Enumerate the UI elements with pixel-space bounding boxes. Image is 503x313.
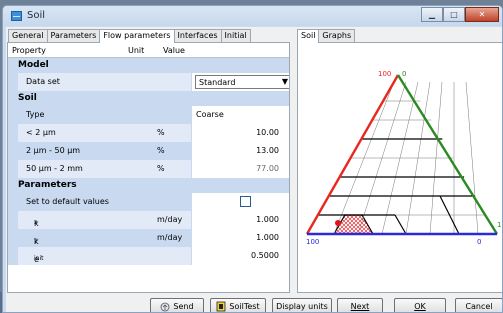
data-set-select[interactable]: Standard ▼ <box>195 75 289 89</box>
set-default-checkbox[interactable] <box>240 196 251 207</box>
dialog-client: General Parameters Flow parameters Inter… <box>6 27 502 312</box>
soil-texture-triangle[interactable]: 100 0 100 100 0 <box>298 43 503 293</box>
row-ky: ky m/day 1.000 <box>8 229 289 247</box>
row-einit: e init 0.5000 <box>8 247 289 265</box>
next-button[interactable]: Next <box>337 298 383 312</box>
chevron-down-icon: ▼ <box>281 77 288 86</box>
row-sand: 50 µm - 2 mm % 77.00 <box>8 160 289 178</box>
row-set-default: Set to default values <box>8 193 289 211</box>
type-label: Type <box>26 110 45 119</box>
send-button[interactable]: Send <box>150 298 204 312</box>
window-title: Soil <box>27 10 46 21</box>
clay-unit: % <box>157 128 165 137</box>
row-clay: < 2 µm % 10.00 <box>8 124 289 142</box>
soil-triangle-panel: 100 0 100 100 0 <box>297 42 503 293</box>
triangle-grid <box>317 81 486 235</box>
sand-label: 50 µm - 2 mm <box>26 164 83 173</box>
tab-interfaces[interactable]: Interfaces <box>173 29 222 42</box>
header-unit: Unit <box>128 46 145 55</box>
left-tab-strip: General Parameters Flow parameters Inter… <box>8 29 251 43</box>
clay-value[interactable]: 10.00 <box>256 128 279 137</box>
cancel-button[interactable]: Cancel <box>455 298 502 312</box>
minimize-button[interactable]: ▁ <box>421 7 443 22</box>
soiltest-button[interactable]: SoilTest <box>210 298 266 312</box>
ky-value[interactable]: 1.000 <box>256 233 279 242</box>
maximize-button[interactable]: □ <box>443 7 465 22</box>
property-grid: Property Unit Value Model Data set Stand… <box>7 42 290 293</box>
sand-unit: % <box>157 164 165 173</box>
app-icon <box>11 11 22 21</box>
ky-unit: m/day <box>157 233 183 242</box>
tab-parameters[interactable]: Parameters <box>46 29 101 42</box>
row-type: Type Coarse <box>8 106 289 124</box>
row-data-set: Data set Standard ▼ <box>8 73 289 91</box>
header-property: Property <box>12 46 46 55</box>
ok-button[interactable]: OK <box>394 298 446 312</box>
silt-unit: % <box>157 146 165 155</box>
title-bar: Soil ▁ □ ✕ <box>3 6 502 26</box>
tab-soil[interactable]: Soil <box>297 29 320 43</box>
clay-label: < 2 µm <box>26 128 56 137</box>
header-value: Value <box>163 46 185 55</box>
top-right-label: 0 <box>402 70 406 78</box>
soil-window: Soil ▁ □ ✕ General Parameters Flow param… <box>2 5 503 313</box>
row-silt: 2 µm - 50 µm % 13.00 <box>8 142 289 160</box>
grid-header: Property Unit Value <box>8 43 289 58</box>
kx-unit: m/day <box>157 215 183 224</box>
type-value[interactable]: Coarse <box>196 110 224 119</box>
tab-graphs[interactable]: Graphs <box>318 29 356 42</box>
close-button[interactable]: ✕ <box>465 7 499 22</box>
kx-value[interactable]: 1.000 <box>256 215 279 224</box>
section-model: Model <box>8 58 289 73</box>
row-kx: kx m/day 1.000 <box>8 211 289 229</box>
tab-initial[interactable]: Initial <box>220 29 251 42</box>
display-units-button[interactable]: Display units <box>272 298 332 312</box>
sand-value: 77.00 <box>256 164 279 173</box>
right-top-label: 100 <box>497 221 503 229</box>
button-bar: Send SoilTest Display units Next OK Canc… <box>6 293 502 312</box>
bottom-left-label: 100 <box>306 238 319 246</box>
section-soil: Soil <box>8 91 289 106</box>
send-icon <box>161 302 170 311</box>
right-tab-strip: Soil Graphs <box>297 29 356 43</box>
einit-value[interactable]: 0.5000 <box>251 251 279 260</box>
silt-label: 2 µm - 50 µm <box>26 146 81 155</box>
soil-point-marker <box>335 220 341 226</box>
clay-axis-edge <box>305 74 400 235</box>
tab-flow-parameters[interactable]: Flow parameters <box>99 29 175 43</box>
set-default-label: Set to default values <box>26 197 109 206</box>
bottom-right-label: 0 <box>477 238 481 246</box>
tab-general[interactable]: General <box>8 29 48 42</box>
soiltest-icon <box>217 301 226 312</box>
texture-class-boundaries <box>317 138 475 235</box>
silt-value[interactable]: 13.00 <box>256 146 279 155</box>
section-parameters: Parameters <box>8 178 289 193</box>
data-set-value: Standard <box>199 78 236 87</box>
top-left-label: 100 <box>378 70 391 78</box>
data-set-label: Data set <box>26 77 60 86</box>
